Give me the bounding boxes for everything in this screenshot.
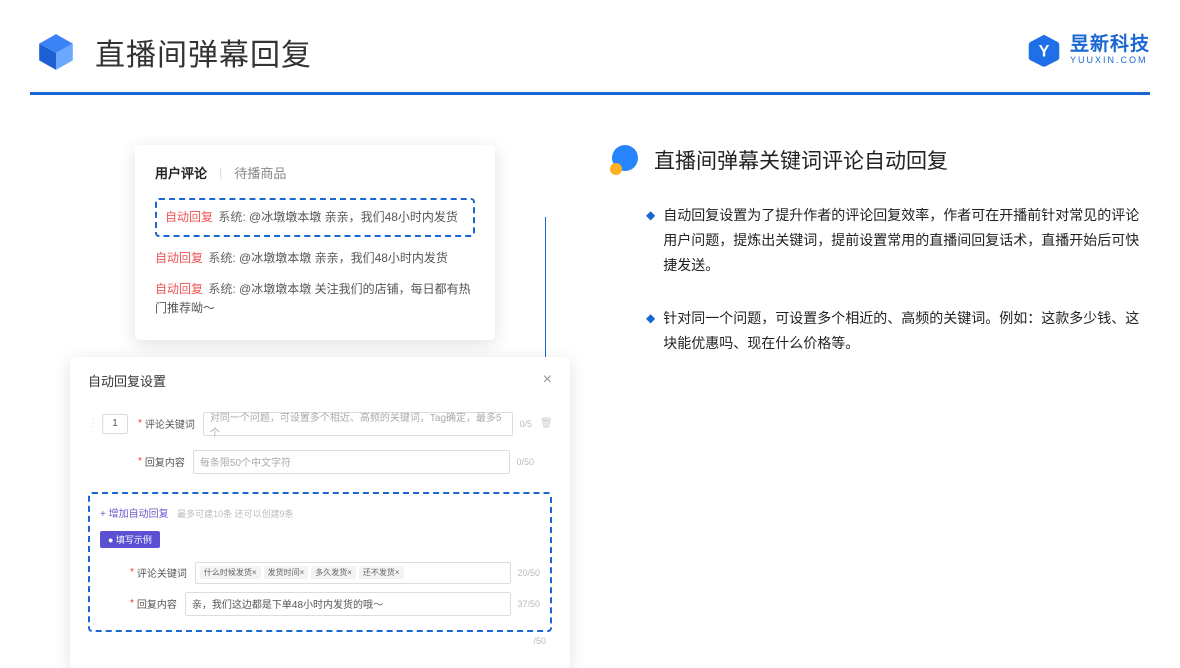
tag[interactable]: 什么时候发货× [200, 566, 261, 579]
tab-separator: | [219, 165, 222, 180]
example-reply-input[interactable]: 亲，我们这边都是下单48小时内发货的哦～ [185, 592, 512, 616]
required-icon: * [130, 567, 134, 578]
brand-name: 昱新科技 [1070, 35, 1150, 56]
keyword-counter: 0/5 [519, 419, 532, 429]
system-label: 系统: [208, 282, 235, 296]
section-title: 直播间弹幕关键词评论自动回复 [654, 145, 948, 175]
example-pill: ● 填写示例 [100, 531, 160, 548]
bullet-text-1: 自动回复设置为了提升作者的评论回复效率，作者可在开播前针对常见的评论用户问题，提… [663, 203, 1150, 279]
bullet-text-2: 针对同一个问题，可设置多个相近的、高频的关键词。例如：这款多少钱、这块能优惠吗、… [663, 306, 1150, 356]
svg-text:Y: Y [1039, 42, 1050, 60]
reply-input[interactable]: 每条限50个中文字符 [193, 450, 511, 474]
auto-reply-badge: 自动回复 [155, 282, 203, 296]
example-kw-label: 评论关键词 [137, 565, 187, 580]
tab-pending-products[interactable]: 待播商品 [234, 163, 286, 182]
add-hint: 最多可建10条 还可以创建9条 [177, 509, 294, 519]
keyword-input[interactable]: 对同一个问题，可设置多个相近、高频的关键词，Tag确定，最多5个 [203, 412, 514, 436]
close-icon[interactable]: × [543, 371, 552, 389]
required-icon: * [130, 598, 134, 609]
example-kw-counter: 20/50 [517, 568, 540, 578]
highlighted-comment: 自动回复 系统: @冰墩墩本墩 亲亲，我们48小时内发货 [155, 198, 475, 237]
rule-number: 1 [102, 414, 128, 434]
add-auto-reply-link[interactable]: + 增加自动回复 [100, 505, 169, 520]
drag-handle-icon[interactable]: ⋮⋮ [88, 418, 96, 429]
system-label: 系统: [218, 210, 245, 224]
system-label: 系统: [208, 251, 235, 265]
comment-text: @冰墩墩本墩 亲亲，我们48小时内发货 [249, 210, 458, 224]
reply-label: 回复内容 [145, 454, 185, 469]
keyword-label: 评论关键词 [145, 416, 195, 431]
bullet-icon: ◆ [646, 306, 655, 356]
required-icon: * [138, 418, 142, 429]
brand-icon: Y [1026, 32, 1062, 68]
comment-text: @冰墩墩本墩 亲亲，我们48小时内发货 [239, 251, 448, 265]
reply-counter: 0/50 [516, 457, 534, 467]
example-reply-label: 回复内容 [137, 596, 177, 611]
cube-logo-icon [35, 31, 77, 73]
auto-reply-badge: 自动回复 [155, 251, 203, 265]
brand-logo: Y 昱新科技 YUUXIN.COM [1026, 32, 1150, 68]
tag[interactable]: 发货时间× [264, 566, 309, 579]
auto-reply-settings-panel: 自动回复设置 × ⋮⋮ 1 * 评论关键词 对同一个问题，可设置多个相近、高频的… [70, 357, 570, 668]
example-reply-counter: 37/50 [517, 599, 540, 609]
delete-icon[interactable]: 🗑 [540, 418, 552, 429]
tag[interactable]: 多久发货× [311, 566, 356, 579]
bubble-icon [610, 145, 640, 175]
outer-counter: /50 [88, 636, 552, 646]
required-icon: * [138, 456, 142, 467]
bullet-icon: ◆ [646, 203, 655, 279]
comments-panel: 用户评论 | 待播商品 自动回复 系统: @冰墩墩本墩 亲亲，我们48小时内发货… [135, 145, 495, 341]
tab-user-comments[interactable]: 用户评论 [155, 163, 207, 182]
brand-url: YUUXIN.COM [1070, 56, 1150, 66]
page-title: 直播间弹幕回复 [95, 30, 312, 74]
example-kw-input[interactable]: 什么时候发货× 发货时间× 多久发货× 还不发货× [195, 562, 512, 584]
settings-title: 自动回复设置 [88, 371, 166, 390]
example-block: + 增加自动回复 最多可建10条 还可以创建9条 ● 填写示例 * 评论关键词 … [88, 492, 552, 632]
auto-reply-badge: 自动回复 [165, 210, 213, 224]
tag[interactable]: 还不发货× [359, 566, 404, 579]
